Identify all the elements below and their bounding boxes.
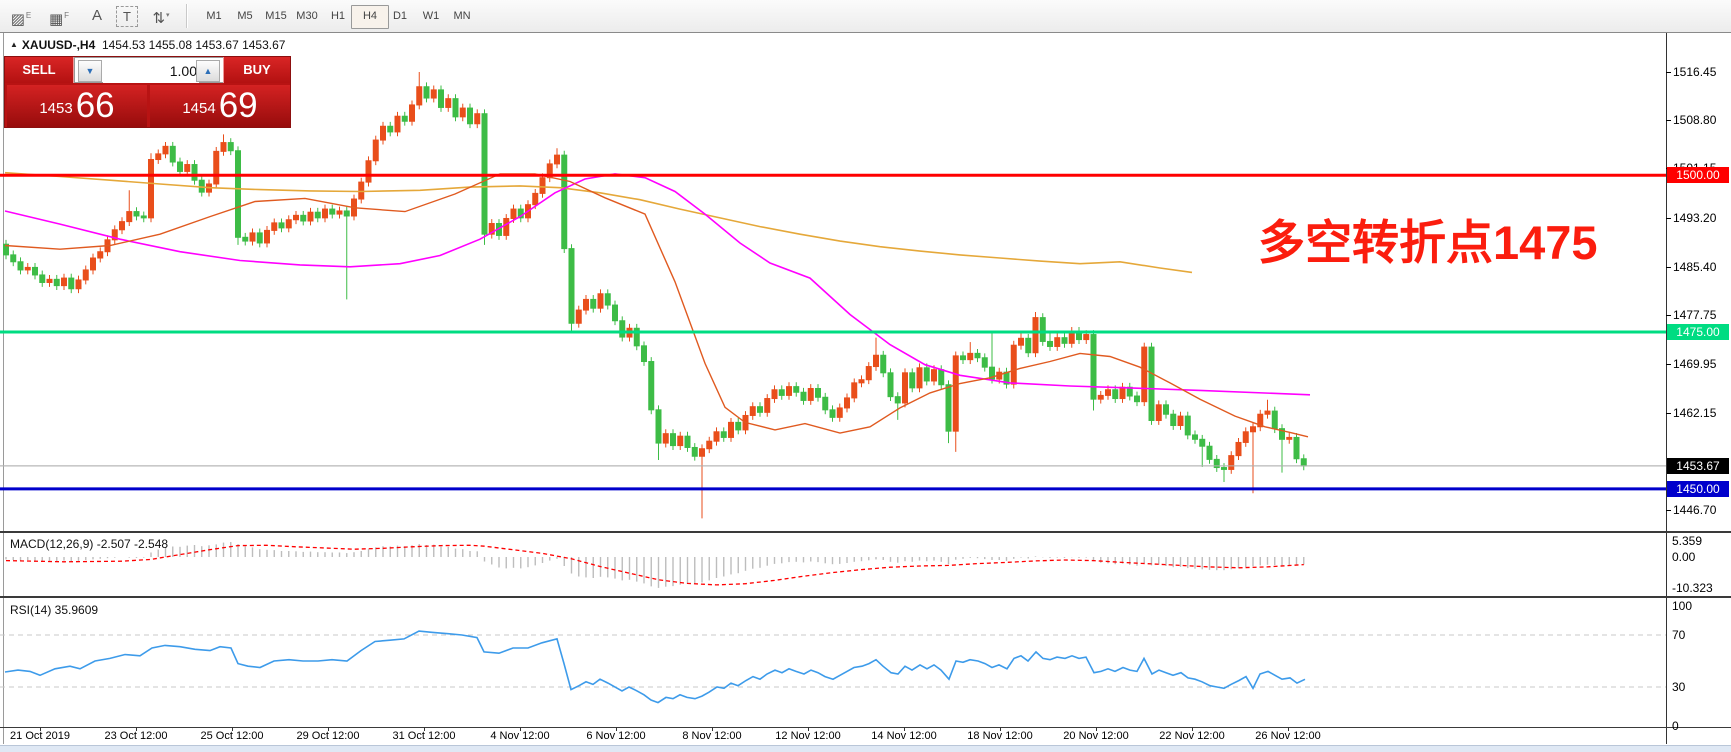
buy-price-pips: 69: [219, 86, 258, 125]
time-axis-label: 4 Nov 12:00: [490, 730, 549, 742]
volume-increase-icon[interactable]: ▲: [196, 60, 220, 82]
time-axis-label: 25 Oct 12:00: [201, 730, 264, 742]
collapse-panel-icon[interactable]: ▲: [10, 40, 18, 49]
ma-mid-line: [5, 174, 1310, 395]
time-axis-label: 29 Oct 12:00: [297, 730, 360, 742]
price-tick-mark: [1666, 218, 1671, 219]
price-tick-mark: [1666, 364, 1671, 365]
ma-slow-line: [5, 173, 1192, 273]
indicator-axis-label: 30: [1672, 680, 1685, 694]
price-tick-mark: [1666, 510, 1671, 511]
indicator-axis-label: 70: [1672, 628, 1685, 642]
volume-box: ▼ ▲: [74, 57, 224, 83]
symbol-label: XAUUSD-,H4: [22, 38, 95, 52]
sell-price[interactable]: 145366: [7, 85, 147, 127]
time-axis-label: 8 Nov 12:00: [682, 730, 741, 742]
chart-title: ▲ XAUUSD-,H4 1454.53 1455.08 1453.67 1453…: [10, 38, 285, 52]
sell-price-integer: 1453: [39, 100, 72, 117]
candles-group: [4, 72, 1307, 518]
one-click-trading-panel: SELL ▼ ▲ BUY 145366 145469: [4, 56, 291, 128]
price-tick-label: 1462.15: [1673, 406, 1716, 420]
buy-price-integer: 1454: [182, 100, 215, 117]
time-axis-label: 6 Nov 12:00: [586, 730, 645, 742]
time-axis-label: 23 Oct 12:00: [105, 730, 168, 742]
sell-price-pips: 66: [76, 86, 115, 125]
indicator-axis-label: 0.00: [1672, 550, 1695, 564]
time-axis-label: 12 Nov 12:00: [775, 730, 840, 742]
buy-button[interactable]: BUY: [223, 57, 290, 83]
rsi-indicator-label: RSI(14) 35.9609: [10, 603, 98, 617]
price-tick-label: 1485.40: [1673, 260, 1716, 274]
time-axis-label: 18 Nov 12:00: [967, 730, 1032, 742]
price-tick-mark: [1666, 72, 1671, 73]
rsi-line: [5, 631, 1305, 703]
sell-button[interactable]: SELL: [5, 57, 74, 83]
macd-histogram: [6, 542, 1304, 588]
price-tick-label: 1469.95: [1673, 357, 1716, 371]
time-axis-label: 14 Nov 12:00: [871, 730, 936, 742]
price-tick-mark: [1666, 315, 1671, 316]
ohlc-values: 1454.53 1455.08 1453.67 1453.67: [102, 38, 286, 52]
volume-decrease-icon[interactable]: ▼: [78, 60, 102, 82]
time-axis-label: 20 Nov 12:00: [1063, 730, 1128, 742]
price-tick-mark: [1666, 120, 1671, 121]
price-tick-mark: [1666, 267, 1671, 268]
time-axis-label: 22 Nov 12:00: [1159, 730, 1224, 742]
time-axis-label: 26 Nov 12:00: [1255, 730, 1320, 742]
price-badge-1450.00: 1450.00: [1667, 481, 1729, 497]
indicator-axis-label: 0: [1672, 719, 1679, 733]
price-tick-label: 1493.20: [1673, 211, 1716, 225]
indicator-axis-label: -10.323: [1672, 581, 1713, 595]
price-tick-label: 1446.70: [1673, 503, 1716, 517]
indicator-axis-label: 5.359: [1672, 534, 1702, 548]
price-tick-label: 1508.80: [1673, 113, 1716, 127]
indicator-axis-label: 100: [1672, 599, 1692, 613]
price-tick-mark: [1666, 413, 1671, 414]
price-badge-1475.00: 1475.00: [1667, 324, 1729, 340]
volume-input[interactable]: [103, 59, 199, 83]
macd-signal-line: [6, 545, 1304, 585]
macd-indicator-label: MACD(12,26,9) -2.507 -2.548: [10, 537, 168, 551]
chart-annotation-text: 多空转折点1475: [1258, 204, 1598, 273]
time-axis-label: 31 Oct 12:00: [393, 730, 456, 742]
price-badge-1500.00: 1500.00: [1667, 167, 1729, 183]
price-badge-1453.67: 1453.67: [1667, 458, 1729, 474]
price-tick-label: 1516.45: [1673, 65, 1716, 79]
time-axis-label: 21 Oct 2019: [10, 730, 70, 742]
buy-price[interactable]: 145469: [150, 85, 290, 127]
price-tick-label: 1477.75: [1673, 308, 1716, 322]
